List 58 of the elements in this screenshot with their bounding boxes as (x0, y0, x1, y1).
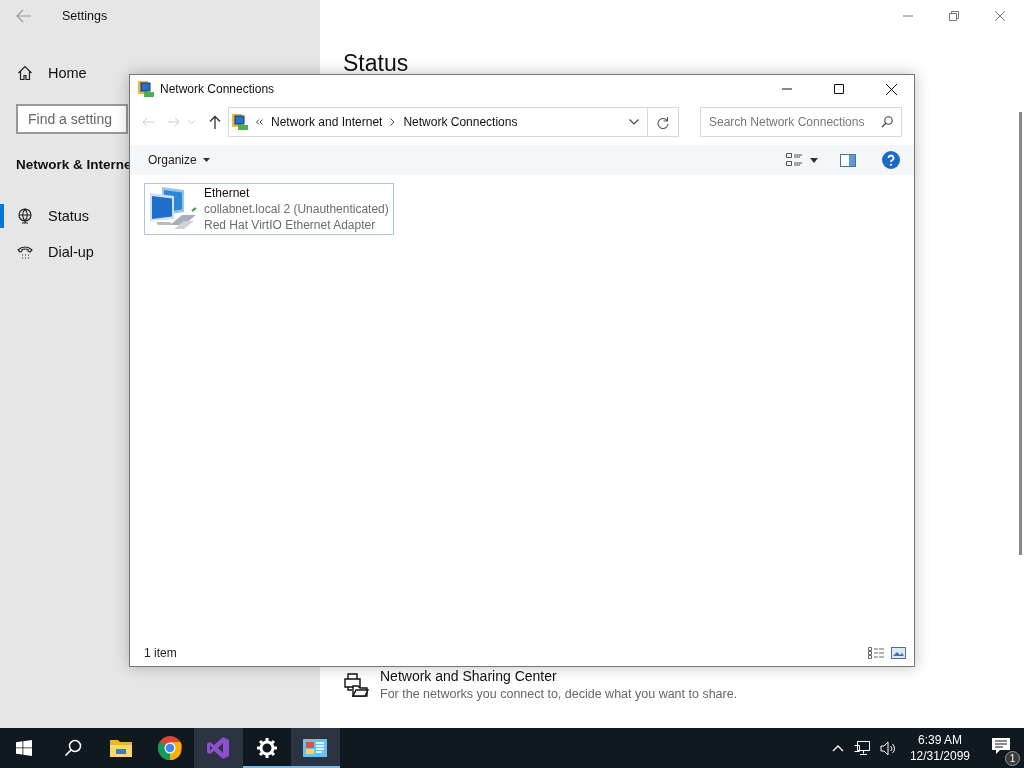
clock-date: 12/31/2099 (909, 748, 970, 764)
chevron-up-icon[interactable] (831, 744, 844, 752)
chrome-logo-icon (157, 736, 182, 760)
maximize-icon[interactable] (834, 84, 844, 94)
nav-item[interactable]: Dial-up (0, 240, 98, 264)
caret-down-icon[interactable] (629, 119, 639, 125)
taskbar-button[interactable] (291, 728, 340, 768)
refresh-icon[interactable] (657, 115, 669, 129)
organize-button[interactable]: Organize (140, 150, 218, 170)
page-heading: Status (343, 50, 410, 76)
clock-time: 6:39 AM (917, 732, 962, 748)
search-icon (63, 739, 82, 757)
adapter-name: Red Hat VirtIO Ethernet Adapter (204, 217, 377, 233)
network-computer-icon (138, 81, 154, 97)
chevron-right-icon[interactable] (390, 118, 396, 126)
connection-item[interactable]: Ethernet collabnet.local 2 (Unauthenticated) Red Hat VirtIO Ethernet Adapter (144, 183, 394, 235)
globe-icon (17, 208, 33, 224)
action-center-icon[interactable] (992, 738, 1010, 754)
preview-pane-icon[interactable] (840, 153, 856, 167)
restore-icon[interactable] (948, 10, 960, 22)
view-options-icon[interactable] (786, 153, 802, 167)
caret-icon (202, 158, 210, 162)
home-icon (17, 65, 33, 81)
phone-icon (17, 244, 33, 260)
infinity-logo-icon (206, 736, 231, 760)
link-description: For the networks you connect to, decide what you want to share. (380, 687, 738, 701)
printer-folder-icon (343, 672, 369, 698)
item-count: 1 item (144, 646, 177, 660)
connection-name: Ethernet (204, 185, 251, 201)
notification-badge: 1 (1005, 751, 1020, 766)
network-computer-icon (232, 114, 248, 130)
speaker-icon[interactable] (879, 740, 896, 756)
window-title: Network Connections (160, 82, 275, 96)
windows-logo-icon (16, 740, 33, 756)
address-bar[interactable]: Network and Internet Network Connections (228, 107, 679, 137)
breadcrumb-item[interactable]: Network Connections (403, 115, 518, 129)
scrollbar[interactable] (1019, 112, 1022, 555)
connection-status: collabnet.local 2 (Unauthenticated) (204, 201, 389, 217)
up-arrow-icon[interactable] (209, 115, 221, 129)
close-icon[interactable] (885, 83, 897, 95)
nav-item[interactable]: Status (0, 204, 94, 228)
section-heading: Network & Interne (16, 157, 132, 172)
control-panel-icon (303, 738, 328, 758)
home-nav-item[interactable]: Home (0, 55, 91, 91)
caret-down-icon[interactable] (810, 157, 818, 163)
window-title: Settings (62, 9, 108, 23)
network-icon[interactable] (853, 740, 870, 756)
link-title[interactable]: Network and Sharing Center (380, 668, 738, 684)
clock[interactable]: 6:39 AM 12/31/2099 (909, 732, 970, 764)
double-chevron-icon[interactable] (256, 119, 263, 125)
folder-icon (110, 739, 133, 757)
tiles-view-icon[interactable] (891, 647, 906, 659)
breadcrumb-item[interactable]: Network and Internet (271, 115, 383, 129)
search-field[interactable]: Find a setting (16, 104, 128, 134)
search-icon (881, 116, 893, 128)
settings-icon (256, 738, 277, 758)
help-icon[interactable] (882, 151, 900, 169)
details-view-icon[interactable] (868, 647, 885, 659)
